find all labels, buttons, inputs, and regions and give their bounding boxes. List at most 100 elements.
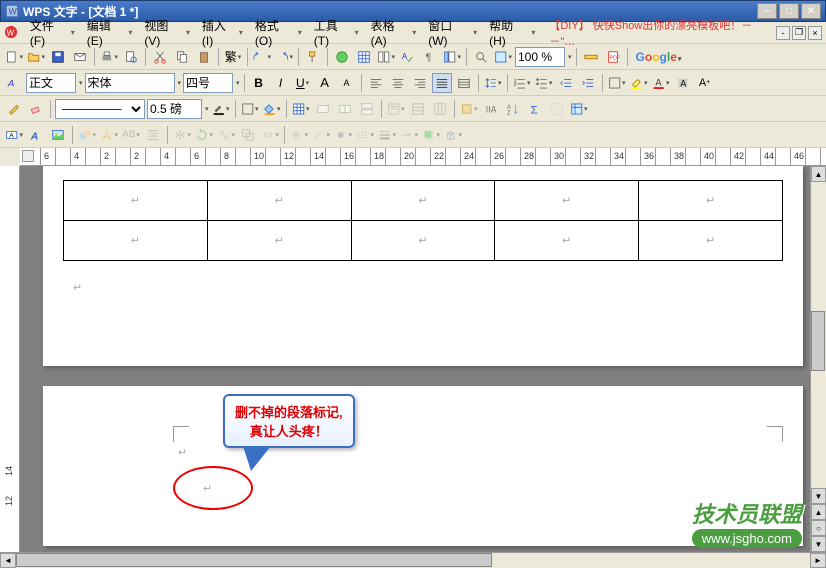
wordart-button[interactable]: A [26,125,46,145]
copy-button[interactable] [172,47,192,67]
style-combo[interactable] [26,73,76,93]
italic-button[interactable]: I [271,73,291,93]
autofit-button[interactable]: ▾ [459,99,479,119]
line-style-combo[interactable]: ─────── [55,99,145,119]
align-justify-button[interactable] [432,73,452,93]
arrow-style-button[interactable]: ▾ [399,125,419,145]
table-cell[interactable]: ↵ [351,181,495,221]
table-cell[interactable]: ↵ [495,181,639,221]
distribute-cols-button[interactable] [430,99,450,119]
scroll-thumb-h[interactable] [16,553,492,567]
numbered-list-button[interactable]: 12▾ [512,73,532,93]
document-map-button[interactable]: ▾ [442,47,462,67]
ruler-button[interactable] [581,47,601,67]
char-shading-button[interactable]: A [673,73,693,93]
insert-table-grid-button[interactable]: ▾ [291,99,311,119]
border-color-button[interactable]: ▾ [211,99,231,119]
scroll-thumb[interactable] [811,311,825,371]
next-page-button[interactable]: ▼ [811,536,826,552]
zoom-combo[interactable] [515,47,565,67]
bold-button[interactable]: B [249,73,269,93]
line-spacing-button[interactable]: ▾ [483,73,503,93]
highlight-button[interactable]: ▾ [629,73,649,93]
merge-cells-button[interactable] [313,99,333,119]
email-button[interactable] [70,47,90,67]
horizontal-ruler[interactable]: 6422468101214161820222426283032343638404… [20,148,826,166]
promo-text[interactable]: 【DIY】 快快Show出你的漂亮模板吧！－－"… [549,17,776,49]
scroll-down-button[interactable]: ▼ [811,488,826,504]
dash-style-button[interactable]: ▾ [355,125,375,145]
3d-button[interactable]: ▾ [443,125,463,145]
align-right-button[interactable] [410,73,430,93]
hyperlink-button[interactable] [332,47,352,67]
menu-insert[interactable]: 插入(I)▾ [196,15,249,50]
split-cells-button[interactable] [335,99,355,119]
paste-button[interactable] [194,47,214,67]
redo-button[interactable]: ▾ [274,47,294,67]
draw-table-button[interactable] [4,99,24,119]
close-button[interactable]: ✕ [801,3,821,19]
shrink-font-button[interactable]: A [337,73,357,93]
flip-h-button[interactable]: ▾ [172,125,192,145]
line-weight-combo[interactable] [147,99,202,119]
align-center-button[interactable] [388,73,408,93]
equal-size-button[interactable]: ▾ [260,125,280,145]
document-area[interactable]: ↵↵↵↵↵ ↵↵↵↵↵ ↵ 删不掉的段落标记, 真让人头疼！ ↵ ↵ ▲ [20,166,826,552]
fill-color-button[interactable]: ▾ [262,99,282,119]
table-cell[interactable]: ↵ [64,221,208,261]
table-cell[interactable]: ↵ [639,221,783,261]
weight-style-button[interactable]: ▾ [377,125,397,145]
callout-button[interactable]: AB▾ [121,125,141,145]
eraser-button[interactable] [26,99,46,119]
shape-outline-button[interactable]: ▾ [311,125,331,145]
show-marks-button[interactable]: ¶ [420,47,440,67]
align-left-button[interactable] [366,73,386,93]
undo-button[interactable]: ▾ [252,47,272,67]
vertical-ruler[interactable]: 14 12 [0,166,20,552]
shadow-button[interactable]: ▾ [421,125,441,145]
menu-file[interactable]: 文件(F)▾ [24,15,81,50]
outside-border-button[interactable]: ▾ [240,99,260,119]
font-size-combo[interactable] [183,73,233,93]
increase-indent-button[interactable] [578,73,598,93]
vertical-scrollbar[interactable]: ▲ ▼ ▲ ○ ▼ [810,166,826,552]
print-preview-button[interactable] [121,47,141,67]
rotate-button[interactable]: ▾ [194,125,214,145]
browse-object-button[interactable]: ○ [811,520,826,536]
align-cell-button[interactable]: ▾ [386,99,406,119]
align-distributed-button[interactable] [454,73,474,93]
table-cell[interactable]: ↵ [64,181,208,221]
save-button[interactable] [48,47,68,67]
insert-table-button[interactable] [354,47,374,67]
table-cell[interactable]: ↵ [351,221,495,261]
menu-edit[interactable]: 编辑(E)▾ [81,15,139,50]
mdi-restore-button[interactable]: ❐ [792,26,806,40]
table-cell[interactable]: ↵ [639,181,783,221]
spellcheck-button[interactable]: A [398,47,418,67]
select-table-button[interactable]: ▾ [569,99,589,119]
maximize-button[interactable]: □ [779,3,799,19]
shapes-button[interactable]: ▾ [77,125,97,145]
find-button[interactable] [471,47,491,67]
font-color-button[interactable]: A▾ [651,73,671,93]
text-wrap-button[interactable]: ▾ [333,125,353,145]
menu-view[interactable]: 视图(V)▾ [138,15,196,50]
menu-format[interactable]: 格式(O)▾ [249,15,308,50]
open-button[interactable]: ▾ [26,47,46,67]
text-direction-button[interactable]: IIA [481,99,501,119]
sort-button[interactable]: AZ [503,99,523,119]
underline-button[interactable]: U▾ [293,73,313,93]
tab-selector[interactable] [22,150,34,162]
columns-button[interactable]: ▾ [376,47,396,67]
insert-picture-button[interactable] [48,125,68,145]
zoom-tool-button[interactable]: ▾ [493,47,513,67]
menu-window[interactable]: 窗口(W)▾ [422,15,483,50]
decrease-indent-button[interactable] [556,73,576,93]
border-button[interactable]: ▾ [607,73,627,93]
align-objects-button[interactable]: ▾ [216,125,236,145]
cut-button[interactable] [150,47,170,67]
grow-font-button[interactable]: A [315,73,335,93]
menu-help[interactable]: 帮助(H)▾ [483,15,541,50]
menu-tools[interactable]: 工具(T)▾ [308,15,365,50]
pdf-button[interactable]: PDF [603,47,623,67]
